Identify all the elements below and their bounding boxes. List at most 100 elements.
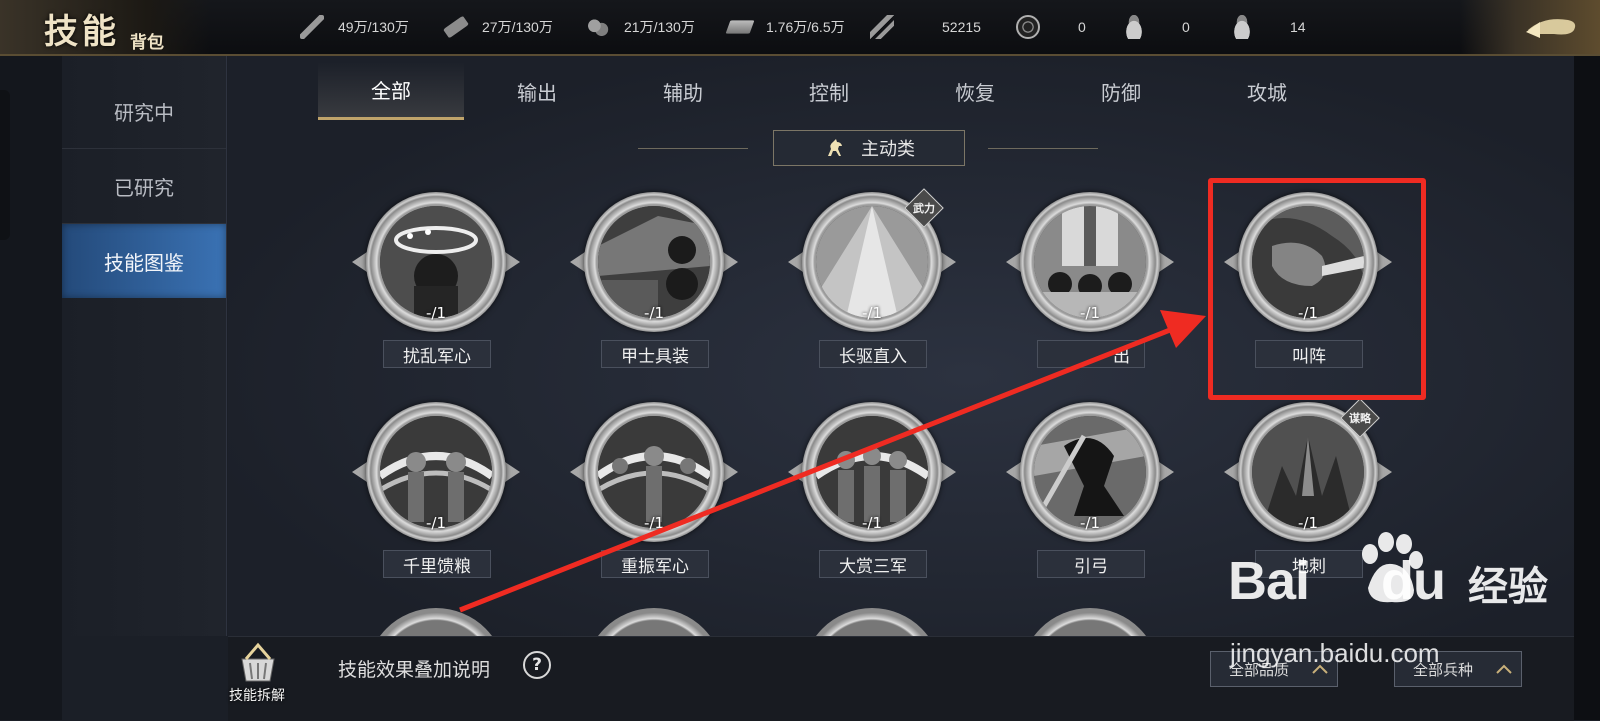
skill-name: 甲士具装: [601, 340, 709, 368]
tab-label: 攻城: [1247, 80, 1287, 105]
tab-damage[interactable]: 输出: [464, 62, 610, 120]
grain-icon: [300, 15, 324, 39]
skill-card[interactable]: -/1 甲士具装: [564, 192, 744, 382]
sidebar-item-researched[interactable]: 已研究: [62, 149, 226, 224]
skill-name: 长驱直入: [819, 340, 927, 368]
skill-name: 千里馈粮: [383, 550, 491, 578]
skill-name: 扰乱军心: [383, 340, 491, 368]
resource-value: 49万/130万: [338, 19, 409, 35]
skill-card-partial[interactable]: [366, 608, 506, 636]
skill-card[interactable]: -/1 大赏三军: [782, 402, 962, 592]
tab-label: 恢复: [955, 80, 995, 105]
baidu-paw-icon: [1362, 532, 1423, 603]
divider: [638, 148, 748, 149]
iron-icon: [725, 20, 755, 34]
section-header: 主动类: [638, 128, 1098, 168]
sidebar-item-researching[interactable]: 研究中: [62, 74, 226, 149]
tab-label: 控制: [809, 80, 849, 105]
skill-icon: [380, 416, 492, 528]
skill-icon: [1034, 416, 1146, 528]
skill-count: -/1: [1297, 514, 1318, 532]
tab-label: 全部: [371, 79, 411, 103]
tab-defense[interactable]: 防御: [1048, 62, 1194, 120]
skill-card[interactable]: 武力 -/1 长驱直入: [782, 188, 962, 382]
tab-label: 输出: [517, 80, 557, 105]
resource-value: 14: [1290, 19, 1306, 35]
skill-count: -/1: [643, 304, 664, 322]
resource-order: 52215: [870, 0, 981, 54]
skill-card[interactable]: -/1 出: [1000, 192, 1180, 382]
section-title-box: 主动类: [773, 130, 965, 166]
wood-icon: [443, 15, 469, 39]
resource-value: 21万/130万: [624, 19, 695, 35]
tab-siege[interactable]: 攻城: [1194, 62, 1340, 120]
tab-all[interactable]: 全部: [318, 62, 464, 120]
stone-icon: [586, 15, 610, 39]
section-title: 主动类: [861, 139, 915, 160]
skill-card-partial[interactable]: [584, 608, 724, 636]
silver-ingot-icon: [1230, 15, 1254, 39]
sidebar-item-label: 技能图鉴: [104, 250, 184, 275]
skill-count: -/1: [425, 514, 446, 532]
resource-value: 52215: [942, 19, 981, 35]
watermark-jingyan: 经验: [1468, 564, 1548, 610]
skill-decompose-button[interactable]: 技能拆解: [222, 641, 292, 713]
tab-support[interactable]: 辅助: [610, 62, 756, 120]
gold-ingot-icon: [1122, 15, 1146, 39]
skill-count: -/1: [861, 514, 882, 532]
resource-copper: 0: [1016, 0, 1086, 54]
resource-silver: 14: [1230, 0, 1306, 54]
skill-name: 重振军心: [601, 550, 709, 578]
badge-label: 谋略: [1349, 412, 1371, 425]
skill-icon: [816, 416, 928, 528]
top-bar: 技能 背包 49万/130万 27万/130万 21万/130万 1.76万/6…: [0, 0, 1600, 56]
category-tabs: 全部 输出 辅助 控制 恢复 防御 攻城: [318, 62, 1418, 120]
watermark: Bai du 经验 jingyan.baidu.com: [1228, 532, 1580, 706]
basket-icon: [241, 642, 275, 682]
tab-label: 辅助: [663, 80, 703, 105]
tab-label: 防御: [1101, 80, 1141, 105]
copper-coin-icon: [1016, 15, 1040, 39]
skill-card[interactable]: -/1 扰乱军心: [346, 192, 526, 382]
page-title-logo: 技能 背包: [0, 0, 210, 54]
tab-recovery[interactable]: 恢复: [902, 62, 1048, 120]
skill-name: 出: [1037, 340, 1145, 368]
skill-count: -/1: [425, 304, 446, 322]
sidebar: 研究中 已研究 技能图鉴: [62, 56, 227, 636]
skill-decompose-label: 技能拆解: [229, 688, 285, 704]
skill-count: -/1: [643, 514, 664, 532]
order-icon: [870, 15, 894, 39]
badge-label: 武力: [913, 202, 935, 215]
resource-grain: 49万/130万: [300, 0, 409, 54]
skill-icon: [1252, 416, 1364, 528]
tab-control[interactable]: 控制: [756, 62, 902, 120]
highlight-box: [1208, 178, 1426, 400]
help-icon[interactable]: ?: [523, 651, 551, 679]
skill-card-partial[interactable]: [1020, 608, 1160, 636]
resource-stone: 21万/130万: [586, 0, 695, 54]
skill-icon: [598, 206, 710, 318]
skill-card[interactable]: -/1 千里馈粮: [346, 402, 526, 592]
skill-card-partial[interactable]: [802, 608, 942, 636]
resource-value: 1.76万/6.5万: [766, 19, 845, 35]
page-title: 技能: [44, 12, 120, 52]
horse-icon: [828, 139, 842, 156]
skill-icon: [598, 416, 710, 528]
back-button[interactable]: [1460, 0, 1600, 54]
skill-name: 引弓: [1037, 550, 1145, 578]
resource-value: 27万/130万: [482, 19, 553, 35]
resource-value: 0: [1078, 19, 1086, 35]
resource-wood: 27万/130万: [443, 0, 553, 54]
resource-gold: 0: [1122, 0, 1190, 54]
skill-card[interactable]: -/1 引弓: [1000, 402, 1180, 592]
sidebar-item-skill-codex[interactable]: 技能图鉴: [62, 224, 226, 298]
skill-card[interactable]: -/1 重振军心: [564, 402, 744, 592]
skill-icon: [1034, 206, 1146, 318]
skill-icon: [816, 206, 928, 318]
sidebar-item-label: 已研究: [114, 175, 174, 200]
back-arrow-icon: [1526, 19, 1576, 38]
effect-stacking-link[interactable]: 技能效果叠加说明: [338, 655, 490, 682]
watermark-url: jingyan.baidu.com: [1230, 638, 1440, 668]
skill-count: -/1: [1079, 514, 1100, 532]
resource-value: 0: [1182, 19, 1190, 35]
